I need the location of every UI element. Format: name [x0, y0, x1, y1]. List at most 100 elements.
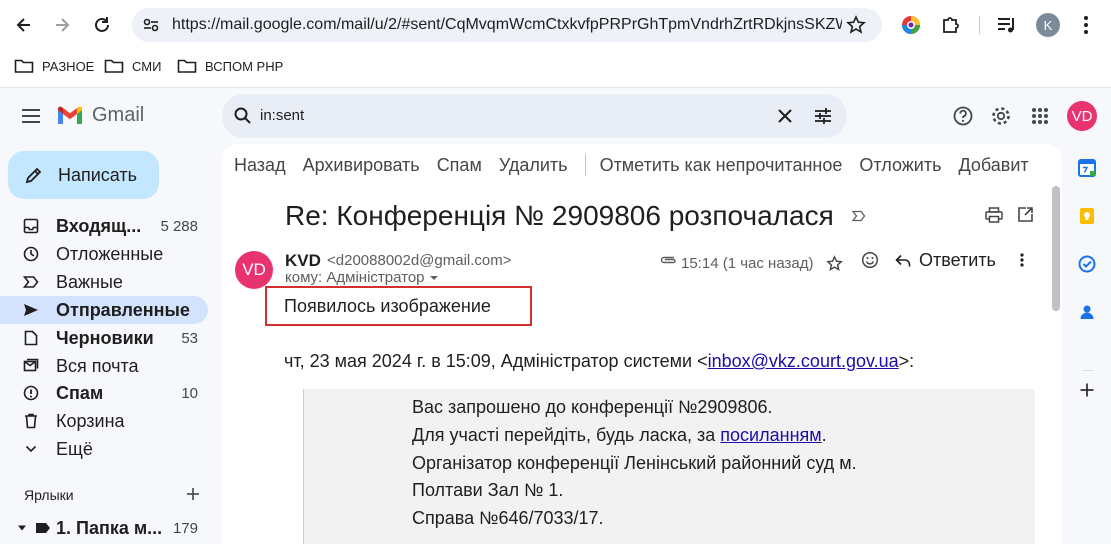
recipients-line[interactable]: кому: Адміністратор [285, 269, 438, 286]
nav-label: Входящ... [56, 215, 142, 236]
gmail-m-icon [58, 106, 82, 124]
extensions-puzzle-icon[interactable] [940, 13, 962, 35]
email-subject: Re: Конференція № 2909806 розпочалася [285, 200, 834, 232]
clear-search-icon[interactable] [776, 107, 794, 125]
important-icon [0, 275, 56, 289]
browser-menu-icon[interactable] [1078, 14, 1094, 36]
compose-button[interactable]: Написать [8, 151, 159, 199]
nav-item-all-mail[interactable]: Вся почта [0, 352, 208, 380]
settings-gear-icon[interactable] [990, 105, 1012, 127]
search-options-icon[interactable] [813, 106, 833, 126]
forward-arrow-icon[interactable] [46, 9, 78, 41]
nav-item-spam[interactable]: Спам 10 [0, 379, 208, 407]
nav-item-trash[interactable]: Корзина [0, 407, 208, 435]
quote-header-suffix: >: [898, 351, 915, 371]
media-queue-icon[interactable] [996, 14, 1018, 36]
add-to-tasks-button[interactable]: Добавит [958, 155, 1028, 176]
nav-item-snoozed[interactable]: Отложенные [0, 240, 208, 268]
quote-line: Вас запрошено до конференції №2909806. [412, 397, 773, 417]
back-button[interactable]: Назад [234, 155, 286, 176]
bookmark-folder-smi[interactable]: СМИ [104, 56, 161, 76]
labels-heading: Ярлыки [24, 487, 74, 503]
nav-label: Черновики [56, 327, 154, 348]
quote-line-text: Для участі перейдіть, будь ласка, за [412, 425, 721, 445]
scrollbar-thumb[interactable] [1052, 186, 1060, 311]
nav-count: 53 [181, 329, 198, 347]
nav-label: Корзина [56, 410, 125, 431]
nav-label: Ещё [56, 438, 93, 459]
search-icon[interactable] [233, 106, 253, 126]
draft-icon [0, 330, 56, 346]
folder-icon [104, 59, 124, 73]
search-bar[interactable]: in:sent [222, 94, 847, 138]
color-extension-icon[interactable] [900, 14, 922, 36]
pencil-icon [25, 167, 42, 184]
expand-caret-icon[interactable] [0, 524, 30, 532]
nav-item-inbox[interactable]: Входящ... 5 288 [0, 212, 208, 240]
account-avatar[interactable]: VD [1067, 101, 1097, 131]
keep-notes-icon[interactable] [1078, 207, 1096, 225]
add-label-icon[interactable] [186, 487, 200, 501]
calendar-icon[interactable] [1078, 159, 1096, 177]
address-bar[interactable]: https://mail.google.com/mail/u/2/#sent/C… [132, 8, 882, 42]
reply-button[interactable]: Ответить [895, 250, 996, 271]
reply-arrow-icon [895, 254, 911, 266]
bookmark-star-icon[interactable] [846, 15, 866, 35]
important-marker-icon[interactable] [852, 210, 866, 222]
delete-button[interactable]: Удалить [499, 155, 568, 176]
message-timestamp: 15:14 (1 час назад) [681, 255, 814, 272]
message-pane: Назад Архивировать Спам Удалить Отметить… [222, 144, 1062, 544]
send-icon [0, 303, 56, 317]
nav-label: Важные [56, 271, 123, 292]
nav-item-label-folder[interactable]: 1. Папка м... 179 [0, 514, 208, 542]
sender-name: KVD [285, 251, 321, 270]
attachment-clip-icon [659, 254, 677, 266]
quote-line: Організатор конференції Ленінський район… [412, 453, 857, 473]
bookmark-folder-raznoe[interactable]: РАЗНОЕ [14, 56, 94, 76]
bookmark-label: РАЗНОЕ [42, 58, 95, 74]
print-icon[interactable] [985, 207, 1003, 223]
quote-header: чт, 23 мая 2024 г. в 15:09, Адміністрато… [284, 351, 914, 372]
side-panel-rail [1064, 144, 1111, 544]
help-icon[interactable] [952, 105, 974, 127]
quote-link-suffix: . [821, 425, 827, 445]
nav-label: Вся почта [56, 355, 139, 376]
tasks-icon[interactable] [1078, 255, 1096, 273]
gmail-logo[interactable]: Gmail [56, 104, 144, 127]
star-icon[interactable] [826, 255, 843, 272]
apps-grid-icon[interactable] [1030, 106, 1050, 126]
nav-item-sent[interactable]: Отправленные [0, 296, 208, 324]
quote-email-link[interactable]: inbox@vkz.court.gov.ua [708, 351, 899, 371]
main-menu-icon[interactable] [20, 106, 42, 126]
nav-item-more[interactable]: Ещё [0, 435, 208, 463]
open-new-window-icon[interactable] [1017, 206, 1034, 223]
archive-button[interactable]: Архивировать [303, 155, 420, 176]
bookmark-label: ВСПОМ PHP [205, 58, 284, 74]
emoji-reaction-icon[interactable] [861, 251, 879, 269]
add-addon-icon[interactable] [1080, 383, 1094, 397]
toolbar-divider [979, 16, 980, 34]
bookmark-folder-vspom-php[interactable]: ВСПОМ PHP [177, 56, 283, 76]
reload-icon[interactable] [86, 9, 118, 41]
quote-line: Для участі перейдіть, будь ласка, за пос… [412, 425, 827, 446]
bookmark-label: СМИ [132, 58, 162, 74]
trash-icon [0, 413, 56, 429]
back-arrow-icon[interactable] [8, 9, 40, 41]
quote-line: Полтави Зал № 1. [412, 480, 564, 500]
sender-email: <d20088002d@gmail.com> [327, 252, 512, 269]
contacts-icon[interactable] [1078, 303, 1096, 321]
search-input[interactable]: in:sent [260, 107, 304, 124]
browser-profile-avatar[interactable]: K [1036, 13, 1060, 37]
spam-button[interactable]: Спам [437, 155, 482, 176]
snooze-button[interactable]: Отложить [859, 155, 941, 176]
conference-link[interactable]: посиланням [720, 425, 821, 445]
sender-avatar[interactable]: VD [235, 251, 273, 289]
nav-item-important[interactable]: Важные [0, 268, 208, 296]
nav-item-drafts[interactable]: Черновики 53 [0, 324, 208, 352]
folder-icon [177, 59, 197, 73]
mark-unread-button[interactable]: Отметить как непрочитанное [600, 155, 843, 176]
more-options-icon[interactable] [1018, 252, 1026, 268]
recipients-dropdown-icon [429, 275, 438, 280]
site-settings-icon[interactable] [142, 16, 160, 34]
url-text: https://mail.google.com/mail/u/2/#sent/C… [172, 16, 842, 33]
